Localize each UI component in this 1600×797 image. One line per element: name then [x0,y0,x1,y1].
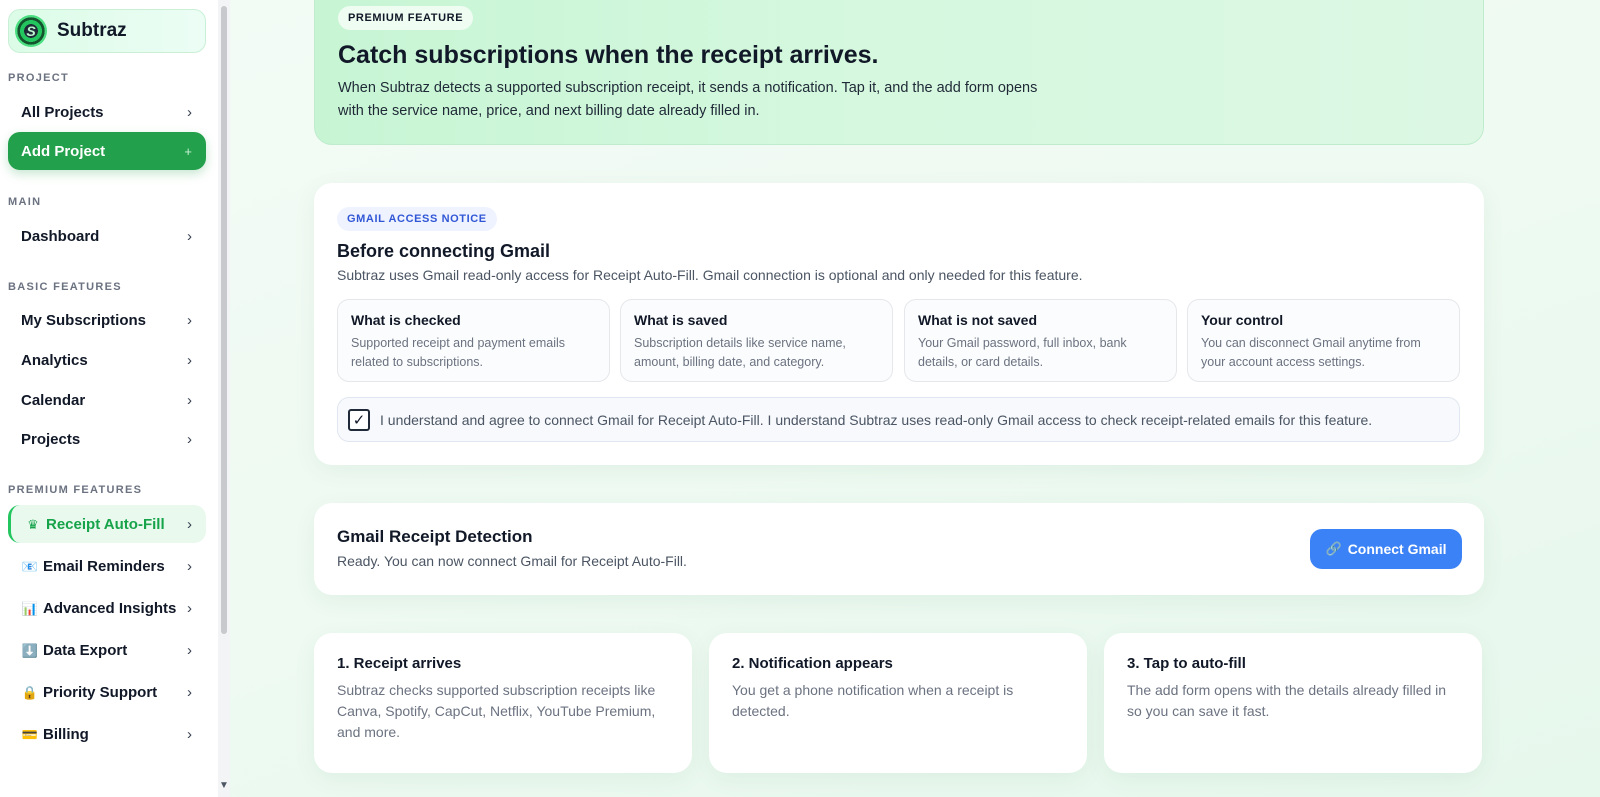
sidebar-item-label: Analytics [21,351,88,369]
step-text: The add form opens with the details alre… [1127,682,1447,719]
gmail-receipt-detection-card: Gmail Receipt Detection Ready. You can n… [314,503,1484,595]
info-box-title: What is not saved [918,312,1038,328]
notice-subtitle: Subtraz uses Gmail read-only access for … [337,267,1083,283]
download-icon: ⬇️ [21,642,39,658]
brand[interactable]: S Subtraz [8,9,206,53]
subtraz-logo-icon: S [15,15,47,47]
sidebar-item-data-export[interactable]: ⬇️ Data Export › [8,631,206,669]
plus-icon: + [184,143,192,159]
chevron-right-icon: › [187,641,192,659]
email-icon: 📧 [21,558,39,574]
sidebar-item-receipt-autofill[interactable]: ♛ Receipt Auto-Fill › [8,505,206,543]
app-name: Subtraz [57,20,127,41]
sidebar-item-label: Advanced Insights [43,599,177,617]
section-label-project: PROJECT [8,72,70,84]
chevron-right-icon: › [187,103,192,121]
crown-icon: ♛ [27,516,39,532]
gmail-access-notice-card: GMAIL ACCESS NOTICE Before connecting Gm… [314,183,1484,465]
info-box-title: What is checked [351,312,461,328]
lock-icon: 🔒 [21,684,39,700]
sidebar-item-label: Billing [43,725,89,743]
info-box-text: Your Gmail password, full inbox, bank de… [918,336,1127,369]
sidebar-item-email-reminders[interactable]: 📧 Email Reminders › [8,547,206,585]
sidebar: S Subtraz PROJECT All Projects › Add Pro… [0,0,218,797]
step-title: 2. Notification appears [732,655,893,672]
sidebar-item-add-project[interactable]: Add Project + [8,132,206,170]
main-content: PREMIUM FEATURE Catch subscriptions when… [230,0,1600,797]
chevron-right-icon: › [187,430,192,448]
sidebar-scrollbar-thumb[interactable] [221,6,227,634]
sidebar-item-label: Add Project [21,142,106,160]
info-box-what-is-checked: What is checked Supported receipt and pa… [337,299,610,382]
sidebar-item-label: Email Reminders [43,557,165,575]
link-icon: 🔗 [1325,541,1342,556]
chevron-right-icon: › [187,683,192,701]
info-box-text: You can disconnect Gmail anytime from yo… [1201,336,1421,369]
sidebar-item-calendar[interactable]: Calendar › [8,381,206,419]
chevron-right-icon: › [187,599,192,617]
notice-title: Before connecting Gmail [337,241,551,261]
sidebar-item-label: Projects [21,430,81,448]
step-card-receipt-arrives: 1. Receipt arrives Subtraz checks suppor… [314,633,692,773]
sidebar-item-analytics[interactable]: Analytics › [8,341,206,379]
hero-title: Catch subscriptions when the receipt arr… [338,41,879,69]
scroll-down-arrow-icon[interactable]: ▼ [219,780,229,791]
step-card-tap-to-autofill: 3. Tap to auto-fill The add form opens w… [1104,633,1482,773]
sidebar-item-all-projects[interactable]: All Projects › [8,93,206,131]
section-label-premium-features: PREMIUM FEATURES [8,484,143,496]
chevron-right-icon: › [187,311,192,329]
info-box-text: Subscription details like service name, … [634,336,846,369]
section-label-basic-features: BASIC FEATURES [8,281,122,293]
gmail-access-notice-badge: GMAIL ACCESS NOTICE [337,207,497,231]
info-box-what-is-saved: What is saved Subscription details like … [620,299,893,382]
sidebar-item-label: My Subscriptions [21,311,147,329]
bar-chart-icon: 📊 [21,600,39,616]
connect-gmail-label: Connect Gmail [1347,541,1447,557]
info-box-what-is-not-saved: What is not saved Your Gmail password, f… [904,299,1177,382]
sidebar-item-label: Dashboard [21,227,100,245]
section-label-main: MAIN [8,196,42,208]
info-box-text: Supported receipt and payment emails rel… [351,336,566,369]
info-box-title: What is saved [634,312,728,328]
sidebar-item-label: Priority Support [43,683,158,701]
premium-feature-badge: PREMIUM FEATURE [338,6,474,30]
detection-status: Ready. You can now connect Gmail for Rec… [337,553,687,569]
info-box-your-control: Your control You can disconnect Gmail an… [1187,299,1460,382]
step-text: You get a phone notification when a rece… [732,682,1014,719]
sidebar-item-priority-support[interactable]: 🔒 Priority Support › [8,673,206,711]
gmail-consent-row[interactable]: ✓ I understand and agree to connect Gmai… [337,397,1460,442]
chevron-right-icon: › [187,227,192,245]
sidebar-item-dashboard[interactable]: Dashboard › [8,217,206,255]
chevron-right-icon: › [187,391,192,409]
consent-label: I understand and agree to connect Gmail … [380,411,1373,428]
sidebar-item-label: Data Export [43,641,128,659]
chevron-right-icon: › [187,725,192,743]
credit-card-icon: 💳 [21,726,39,742]
info-box-title: Your control [1201,312,1284,328]
sidebar-item-advanced-insights[interactable]: 📊 Advanced Insights › [8,589,206,627]
sidebar-item-label: All Projects [21,103,104,121]
connect-gmail-button[interactable]: 🔗 Connect Gmail [1310,529,1462,569]
step-title: 3. Tap to auto-fill [1127,655,1246,672]
chevron-right-icon: › [187,557,192,575]
consent-checkbox[interactable]: ✓ [348,408,370,431]
detection-title: Gmail Receipt Detection [337,527,533,546]
sidebar-item-projects[interactable]: Projects › [8,420,206,458]
chevron-right-icon: › [187,351,192,369]
sidebar-item-billing[interactable]: 💳 Billing › [8,715,206,753]
sidebar-item-label: Receipt Auto-Fill [46,515,165,533]
chevron-right-icon: › [187,515,192,533]
step-title: 1. Receipt arrives [337,655,462,672]
hero-description: When Subtraz detects a supported subscri… [338,80,1038,119]
sidebar-item-my-subscriptions[interactable]: My Subscriptions › [8,301,206,339]
step-card-notification-appears: 2. Notification appears You get a phone … [709,633,1087,773]
step-text: Subtraz checks supported subscription re… [337,682,656,740]
premium-hero-banner: PREMIUM FEATURE Catch subscriptions when… [314,0,1484,145]
sidebar-item-label: Calendar [21,391,86,409]
